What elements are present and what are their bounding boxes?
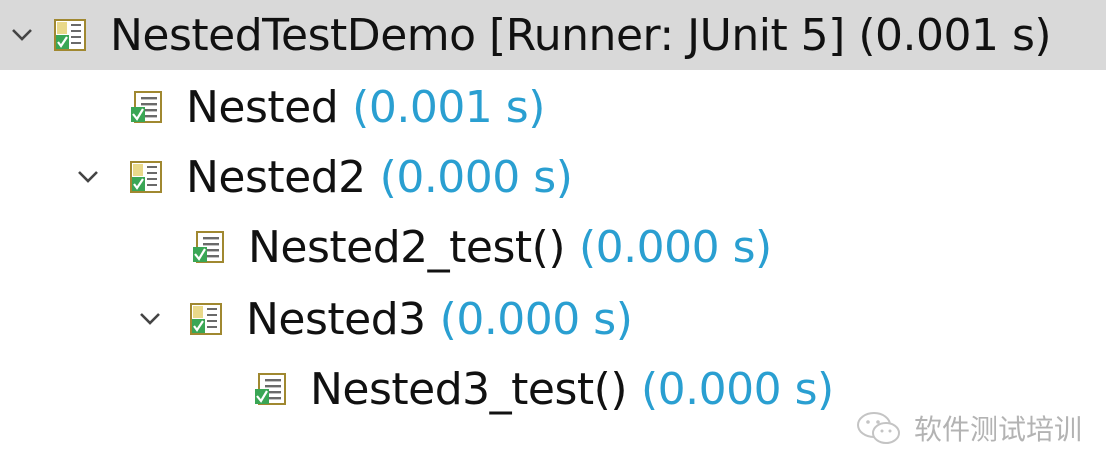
test-suite-passed-icon: [128, 89, 164, 125]
chevron-down-icon[interactable]: [72, 161, 104, 193]
tree-row-nested3-test[interactable]: Nested3_test() (0.000 s): [252, 354, 834, 424]
watermark-text: 软件测试培训: [913, 413, 1082, 446]
tree-row-nested[interactable]: Nested (0.001 s): [128, 72, 545, 142]
root-suite-label: NestedTestDemo [Runner: JUnit 5] (0.001 …: [110, 9, 1052, 61]
node-label: Nested3: [246, 293, 426, 345]
tree-row-nested2[interactable]: Nested2 (0.000 s): [72, 142, 573, 212]
chevron-down-icon[interactable]: [6, 19, 38, 51]
node-duration: (0.000 s): [640, 363, 834, 415]
node-label: Nested3_test(): [310, 363, 627, 415]
tree-row-nested3[interactable]: Nested3 (0.000 s): [134, 284, 633, 354]
junit-test-tree: NestedTestDemo [Runner: JUnit 5] (0.001 …: [0, 0, 1110, 454]
test-suite-passed-icon: [188, 301, 224, 337]
node-label: Nested2: [186, 151, 366, 203]
node-duration: (0.000 s): [379, 151, 573, 203]
tree-row-root[interactable]: NestedTestDemo [Runner: JUnit 5] (0.001 …: [0, 0, 1106, 70]
test-case-passed-icon: [252, 371, 288, 407]
node-duration: (0.000 s): [439, 293, 633, 345]
test-suite-passed-icon: [52, 17, 88, 53]
wechat-logo-icon: [856, 412, 900, 444]
tree-row-nested2-test[interactable]: Nested2_test() (0.000 s): [190, 212, 772, 282]
node-duration: (0.000 s): [578, 221, 772, 273]
test-case-passed-icon: [190, 229, 226, 265]
watermark: 软件测试培训: [854, 400, 1082, 454]
test-suite-passed-icon: [128, 159, 164, 195]
node-duration: (0.001 s): [352, 81, 545, 133]
node-label: Nested: [186, 81, 339, 133]
node-label: Nested2_test(): [248, 221, 565, 273]
chevron-down-icon[interactable]: [134, 303, 166, 335]
